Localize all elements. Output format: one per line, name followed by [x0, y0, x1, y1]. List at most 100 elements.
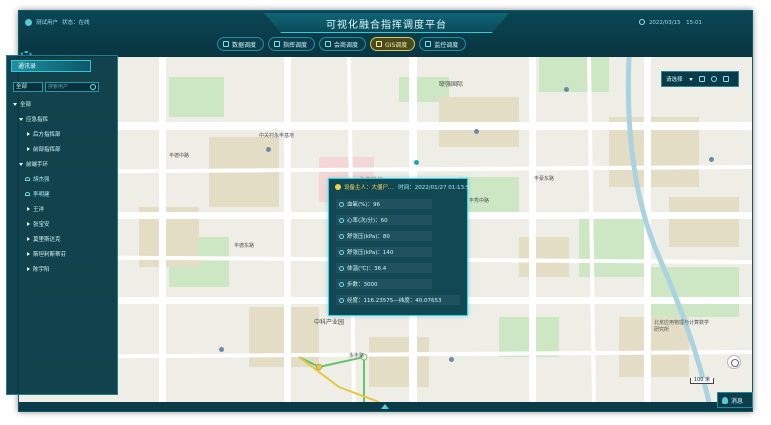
search-input[interactable] — [46, 83, 90, 91]
footprint-icon — [339, 281, 344, 287]
tree-item-label: 胡杰强 — [33, 177, 50, 183]
poi-marker[interactable] — [266, 147, 271, 152]
tree-item-label: 前端手环 — [26, 162, 49, 168]
message-button[interactable]: 消息 — [717, 392, 753, 408]
tree-item-member[interactable]: 斯坦利斯蒂芬 — [27, 250, 66, 258]
tree-item-label: 应急指挥 — [26, 117, 49, 123]
row-text: 步数：3000 — [347, 282, 378, 288]
device-owner: 设备主人：大僵尸... — [344, 185, 394, 191]
tree-item-label: 前部指挥部 — [33, 147, 61, 153]
warn-icon — [335, 184, 341, 190]
expand-icon — [19, 162, 23, 166]
map-label: 丰秀中路 — [469, 198, 490, 204]
tree-item-label: 陈宇阳 — [33, 267, 50, 273]
tab-label: GIS调度 — [385, 41, 408, 49]
diastolic-row: 舒张压(kPa)：80 — [336, 231, 432, 241]
tab-monitor-dispatch[interactable]: 监控调度 — [419, 37, 467, 51]
tab-consult-dispatch[interactable]: 会商调度 — [319, 37, 367, 51]
tab-command-dispatch[interactable]: 指挥调度 — [268, 37, 316, 51]
tree-item-rear-command[interactable]: 后方指挥部 — [27, 130, 61, 138]
poi-marker[interactable] — [709, 157, 714, 162]
message-label: 消息 — [731, 397, 744, 405]
collapse-icon — [27, 252, 30, 256]
pressure-icon — [339, 249, 344, 255]
main-nav: 数据调度 指挥调度 会商调度 GIS调度 监控调度 — [217, 37, 467, 51]
tree-item-member[interactable]: 王洋 — [27, 205, 44, 213]
person-marker[interactable] — [414, 160, 419, 165]
blood-oxygen-row: 血氧(%)：96 — [336, 199, 432, 209]
tree-item-label: 王洋 — [33, 207, 45, 213]
tree-item-member[interactable]: 李明建 — [25, 190, 50, 198]
steps-row: 步数：3000 — [336, 279, 432, 289]
coordinates-row: 经度：116.23575—纬度：40.07653 — [336, 295, 460, 305]
contacts-panel: 通讯录 全部 全部 应急指挥 后方指挥部 前部指挥部 前端手环 — [6, 55, 118, 395]
avatar[interactable] — [25, 18, 32, 26]
tree-item-label: 张宝安 — [33, 222, 50, 228]
map-icon — [376, 41, 383, 47]
tab-label: 数据调度 — [232, 41, 257, 49]
map-label: 丰豪东路 — [534, 176, 555, 182]
poi-marker[interactable] — [219, 347, 224, 352]
tree-item-label: 莫里斯达克 — [33, 237, 61, 243]
locate-icon[interactable] — [710, 76, 717, 82]
camera-icon — [425, 41, 432, 47]
datetime: 2022/03/15 15:01 — [638, 18, 702, 26]
compass-icon[interactable] — [727, 355, 741, 369]
user-icon — [722, 396, 728, 404]
collapse-icon — [27, 132, 30, 136]
poi-marker[interactable] — [474, 129, 479, 134]
collapse-icon — [27, 267, 30, 271]
tree-item-member[interactable]: 莫里斯达克 — [27, 235, 61, 243]
tab-data-dispatch[interactable]: 数据调度 — [217, 37, 265, 51]
map-toolbar: 请选择 — [661, 71, 739, 87]
tab-contacts[interactable]: 通讯录 — [11, 60, 91, 72]
map-label: 联强国际 — [439, 81, 464, 88]
measure-icon[interactable] — [722, 76, 729, 82]
row-text: 舒张压(kPa)：80 — [347, 234, 390, 240]
device-info-popup: 设备主人：大僵尸... 时间：2022/01/27 01:13:54 血氧(%)… — [328, 178, 473, 316]
chart-icon — [223, 41, 229, 47]
collapse-icon — [27, 207, 30, 211]
row-text: 舒张压(kPa)：140 — [347, 250, 394, 256]
tree-item-member[interactable]: 张宝安 — [27, 220, 50, 228]
collapse-icon — [27, 222, 30, 226]
command-icon — [274, 41, 281, 47]
map-label: 北京应用物理与计算数学研究所 — [654, 320, 710, 333]
heart-rate-row: 心率(次/分)：60 — [336, 215, 432, 225]
tree-item-front-command[interactable]: 前部指挥部 — [27, 145, 61, 153]
meeting-icon — [325, 41, 332, 47]
map-label: 丰德中路 — [169, 153, 190, 159]
poi-marker[interactable] — [564, 87, 569, 92]
tree-item-wristband[interactable]: 前端手环 — [19, 160, 48, 168]
tree-item-all[interactable]: 全部 — [13, 100, 31, 108]
popup-header: 设备主人：大僵尸... 时间：2022/01/27 01:13:54 — [335, 183, 473, 191]
row-text: 心率(次/分)：60 — [347, 218, 388, 224]
dept-select[interactable]: 全部 — [13, 82, 43, 92]
datetime-text: 2022/03/15 15:01 — [648, 20, 702, 26]
online-status: 状态：在线 — [62, 20, 90, 26]
expand-icon — [19, 117, 23, 121]
tab-gis-dispatch[interactable]: GIS调度 — [370, 37, 416, 51]
tree-item-member[interactable]: 胡杰强 — [25, 175, 50, 183]
expand-arrow-icon[interactable] — [381, 404, 389, 409]
collapse-icon — [27, 237, 30, 241]
chevron-down-icon[interactable] — [688, 77, 693, 81]
thermometer-icon — [339, 265, 344, 271]
person-icon — [25, 177, 30, 181]
user-name: 测试用户 — [36, 20, 59, 26]
tree-item-label: 全部 — [20, 102, 32, 108]
tree-item-emergency[interactable]: 应急指挥 — [19, 115, 48, 123]
draw-icon[interactable] — [698, 76, 705, 82]
row-text: 体温(℃)：36.4 — [347, 266, 387, 272]
map-label: 中科产业园 — [314, 319, 345, 326]
row-text: 血氧(%)：96 — [347, 202, 381, 208]
row-text: 经度：116.23575—纬度：40.07653 — [347, 298, 442, 304]
systolic-row: 舒张压(kPa)：140 — [336, 247, 432, 257]
map-label: 丰德东路 — [234, 243, 255, 249]
report-time: 时间：2022/01/27 01:13:54 — [398, 185, 473, 191]
poi-marker[interactable] — [449, 357, 454, 362]
search-icon[interactable] — [90, 84, 96, 90]
tree-item-member[interactable]: 陈宇阳 — [27, 265, 50, 273]
layer-select[interactable]: 请选择 — [666, 75, 683, 83]
tree-item-label: 斯坦利斯蒂芬 — [33, 252, 67, 258]
